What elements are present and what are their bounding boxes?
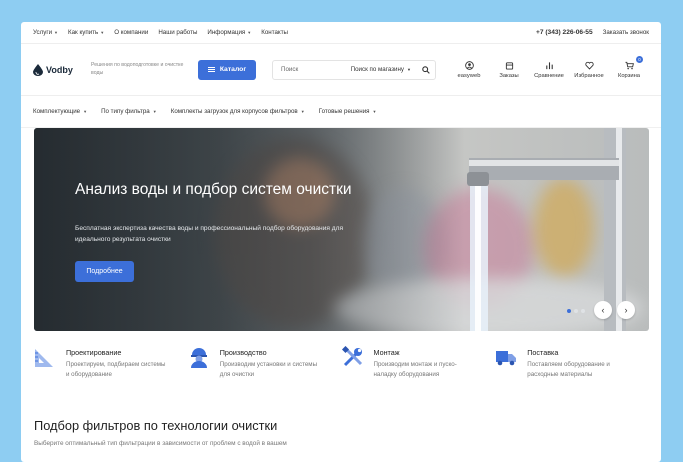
drop-logo-icon	[33, 63, 43, 76]
top-nav-item-contacts[interactable]: Контакты	[261, 29, 288, 36]
faucet-image	[467, 128, 626, 331]
user-icon	[464, 60, 474, 70]
slider-dot[interactable]	[581, 309, 585, 313]
features-row: Проектирование Проектируем, подбираем си…	[34, 346, 649, 379]
feature-title: Монтаж	[373, 348, 400, 357]
top-nav-item-info[interactable]: Информация ▼	[207, 29, 251, 36]
category-ready-solutions[interactable]: Готовые решения ▼	[319, 108, 377, 115]
chevron-down-icon: ▼	[152, 109, 157, 114]
feature-text: Производим установки и системы для очист…	[219, 361, 318, 378]
truck-icon	[496, 351, 517, 366]
slider-dots	[567, 309, 585, 313]
catalog-button[interactable]: Каталог	[198, 59, 256, 80]
worker-helmet-icon	[190, 348, 207, 368]
chevron-down-icon: ▼	[83, 109, 88, 114]
favorites-label: Избранное	[574, 72, 604, 79]
compare-button[interactable]: Сравнение	[529, 61, 569, 79]
top-nav: Услуги ▼ Как купить ▼ О компании Наши рабо…	[33, 29, 288, 36]
page: Услуги ▼ Как купить ▼ О компании Наши рабо…	[21, 22, 661, 462]
slider-prev-button[interactable]: ‹	[594, 301, 612, 319]
slider-next-button[interactable]: ›	[617, 301, 635, 319]
hero-banner: Анализ воды и подбор систем очистки Бесп…	[34, 128, 649, 331]
feature-text: Проектируем, подбираем системы и оборудо…	[66, 361, 166, 378]
callback-link[interactable]: Заказать звонок	[603, 29, 649, 36]
header-actions: easyweb Заказы Сравнение Избранное 0 Кор…	[449, 55, 649, 79]
feature-installation[interactable]: Монтаж Производим монтаж и пуско-наладку…	[341, 346, 496, 379]
cart-button[interactable]: 0 Корзина	[609, 55, 649, 79]
logo-text: Vodby	[46, 64, 73, 75]
feature-title: Поставка	[527, 348, 559, 357]
category-filter-type[interactable]: По типу фильтра ▼	[101, 108, 157, 115]
header: Vodby Решения по водоподготовке и очистк…	[21, 44, 661, 96]
account-button[interactable]: easyweb	[449, 60, 489, 79]
category-components[interactable]: Комплектующие ▼	[33, 108, 87, 115]
top-bar: Услуги ▼ Как купить ▼ О компании Наши рабо…	[21, 22, 661, 44]
compare-label: Сравнение	[534, 72, 564, 79]
cart-label: Корзина	[617, 72, 641, 79]
feature-design[interactable]: Проектирование Проектируем, подбираем си…	[34, 346, 188, 379]
tagline: Решения по водоподготовке и очистке воды	[91, 61, 184, 76]
search-scope-select[interactable]: Поиск по магазину ▼	[345, 66, 417, 73]
top-nav-item-how-to-buy[interactable]: Как купить ▼	[68, 29, 104, 36]
category-bar: Комплектующие ▼ По типу фильтра ▼ Комплект…	[21, 96, 661, 128]
cart-badge: 0	[636, 55, 643, 63]
catalog-label: Каталог	[219, 66, 247, 73]
menu-icon	[207, 65, 215, 73]
top-right: +7 (343) 226-06-55 Заказать звонок	[536, 29, 649, 36]
logo[interactable]: Vodby	[33, 63, 83, 76]
chevron-right-icon: ›	[624, 305, 628, 315]
top-nav-item-works[interactable]: Наши работы	[158, 29, 197, 36]
category-load-kits[interactable]: Комплекты загрузок для корпусов фильтров…	[171, 108, 305, 115]
hero-subtitle: Бесплатная экспертиза качества воды и пр…	[75, 225, 344, 243]
search-box: Поиск Поиск по магазину ▼	[272, 59, 436, 80]
feature-title: Проектирование	[66, 348, 122, 357]
ruler-triangle-icon	[35, 349, 53, 367]
feature-title: Производство	[219, 348, 267, 357]
chevron-left-icon: ‹	[601, 305, 605, 315]
chevron-down-icon: ▼	[300, 109, 305, 114]
search-icon[interactable]	[417, 65, 435, 74]
feature-text: Производим монтаж и пуско-наладку оборуд…	[373, 361, 457, 378]
orders-icon	[505, 61, 513, 70]
orders-button[interactable]: Заказы	[489, 61, 529, 79]
hero-title: Анализ воды и подбор систем очистки	[75, 181, 352, 198]
hero-more-button[interactable]: Подробнее	[75, 261, 134, 282]
heart-icon	[584, 61, 594, 70]
compare-icon	[545, 61, 553, 69]
chevron-down-icon: ▼	[407, 67, 411, 72]
favorites-button[interactable]: Избранное	[569, 61, 609, 79]
phone-link[interactable]: +7 (343) 226-06-55	[536, 29, 593, 36]
top-nav-item-about[interactable]: О компании	[114, 29, 148, 36]
account-label: easyweb	[457, 72, 481, 79]
search-input[interactable]: Поиск	[273, 66, 345, 73]
section-title: Подбор фильтров по технологии очистки	[34, 418, 278, 433]
section-subtitle: Выберите оптимальный тип фильтрации в за…	[34, 440, 287, 447]
slider-dot[interactable]	[574, 309, 578, 313]
orders-label: Заказы	[499, 72, 519, 79]
top-nav-item-services[interactable]: Услуги ▼	[33, 29, 58, 36]
feature-text: Поставляем оборудование и расходные мате…	[527, 361, 610, 378]
tools-icon	[341, 346, 362, 367]
slider-dot[interactable]	[567, 309, 571, 313]
cart-icon	[624, 61, 634, 69]
chevron-down-icon: ▼	[100, 30, 105, 35]
chevron-down-icon: ▼	[54, 30, 58, 35]
feature-production[interactable]: Производство Производим установки и сист…	[188, 346, 342, 379]
feature-delivery[interactable]: Поставка Поставляем оборудование и расхо…	[495, 346, 649, 379]
chevron-down-icon: ▼	[247, 30, 252, 35]
chevron-down-icon: ▼	[372, 109, 377, 114]
